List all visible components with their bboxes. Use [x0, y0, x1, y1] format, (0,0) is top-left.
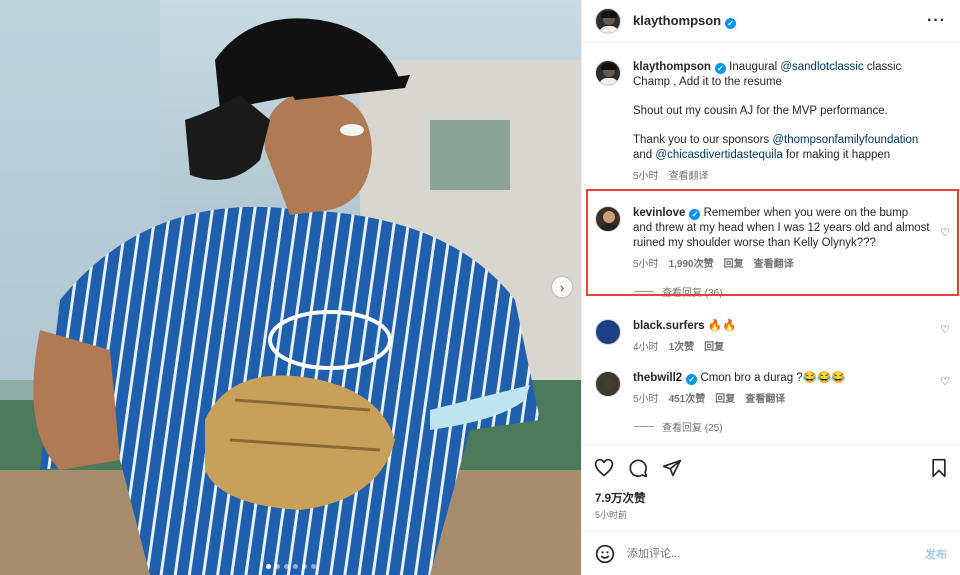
- reply-button[interactable]: 回复: [704, 340, 724, 355]
- caption-text: klaythompson ✓ Inaugural @sandlotclassic …: [633, 60, 940, 90]
- timestamp[interactable]: 5小时: [633, 169, 659, 184]
- view-replies-label: 查看回复 (25): [662, 423, 723, 434]
- post-button[interactable]: 发布: [925, 546, 947, 562]
- comments-scroll[interactable]: klaythompson ✓ Inaugural @sandlotclassic …: [582, 43, 960, 444]
- carousel-dot: [301, 564, 307, 569]
- bookmark-icon[interactable]: [930, 458, 948, 478]
- post-photo: ›: [0, 0, 581, 575]
- comment-body: Cmon bro a durag ?😂😂😂: [700, 372, 846, 384]
- like-count[interactable]: 1次赞: [669, 340, 695, 355]
- carousel-dot: [310, 564, 316, 569]
- share-icon[interactable]: [662, 458, 682, 478]
- comment-meta: 4小时 1次赞 回复: [633, 340, 930, 355]
- heart-icon[interactable]: [594, 458, 614, 478]
- comment-meta: 5小时 451次赞 回复 查看翻译: [633, 392, 930, 407]
- heart-icon[interactable]: ♡: [940, 375, 950, 388]
- comment-body: 🔥🔥: [707, 320, 737, 332]
- comment-icon[interactable]: [628, 458, 648, 478]
- carousel-dot: [274, 564, 280, 569]
- post-header: klaythompson ✓ ···: [582, 0, 960, 43]
- likes-count[interactable]: 7.9万次赞: [582, 490, 960, 506]
- action-bar: [582, 444, 960, 490]
- comment-text: black.surfers 🔥🔥: [633, 319, 930, 334]
- emoji-icon[interactable]: [595, 544, 615, 564]
- comment-text: thebwill2 ✓ Cmon bro a durag ?😂😂😂: [633, 371, 930, 386]
- caption-text-part: and: [633, 149, 656, 161]
- carousel-dot: [283, 564, 289, 569]
- caption-username[interactable]: klaythompson: [633, 61, 711, 73]
- verified-icon: ✓: [686, 374, 698, 385]
- more-icon[interactable]: ···: [927, 12, 946, 30]
- author-avatar[interactable]: [595, 60, 621, 86]
- timestamp[interactable]: 5小时: [633, 392, 659, 407]
- heart-icon[interactable]: ♡: [940, 323, 950, 336]
- comment-item: black.surfers 🔥🔥 4小时 1次赞 回复 ♡: [582, 319, 960, 355]
- author-username[interactable]: klaythompson ✓: [633, 13, 737, 29]
- carousel-dot: [265, 564, 271, 569]
- carousel-dots: [0, 564, 581, 569]
- mention-link[interactable]: @chicasdivertidastequila: [655, 149, 782, 161]
- caption-text-part: for making it happen: [782, 149, 891, 161]
- caption-text-part: Thank you to our sponsors: [633, 134, 773, 146]
- commenter-username[interactable]: thebwill2: [633, 372, 682, 384]
- caption-text-part: Inaugural: [729, 61, 781, 73]
- commenter-username[interactable]: black.surfers: [633, 320, 705, 332]
- mention-link[interactable]: @sandlotclassic: [780, 61, 863, 73]
- caption-line: Thank you to our sponsors @thompsonfamil…: [633, 133, 940, 163]
- translate-link[interactable]: 查看翻译: [669, 169, 709, 184]
- comment-item: thebwill2 ✓ Cmon bro a durag ?😂😂😂 5小时 451…: [582, 371, 960, 407]
- like-count[interactable]: 451次赞: [669, 392, 706, 407]
- next-photo-button[interactable]: ›: [552, 277, 572, 297]
- verified-icon: ✓: [725, 18, 737, 29]
- timestamp[interactable]: 4小时: [633, 340, 659, 355]
- verified-icon: ✓: [714, 63, 726, 74]
- post-timestamp[interactable]: 5小时前: [582, 506, 960, 531]
- comment-composer: 发布: [582, 531, 960, 575]
- view-replies-button[interactable]: 查看回复 (25): [634, 419, 960, 434]
- caption-meta: 5小时 查看翻译: [633, 169, 940, 184]
- highlighted-comment-frame: [586, 189, 959, 296]
- reply-button[interactable]: 回复: [715, 392, 735, 407]
- comment-input[interactable]: [627, 547, 913, 560]
- commenter-avatar[interactable]: [595, 371, 621, 397]
- chevron-right-icon: ›: [559, 279, 565, 295]
- caption-line: Shout out my cousin AJ for the MVP perfo…: [633, 105, 888, 117]
- caption: klaythompson ✓ Inaugural @sandlotclassic …: [582, 43, 960, 184]
- translate-link[interactable]: 查看翻译: [745, 392, 785, 407]
- post-sidebar: klaythompson ✓ ··· klaythompson ✓ Inaugura…: [581, 0, 960, 575]
- commenter-avatar[interactable]: [595, 319, 621, 345]
- carousel-dot: [292, 564, 298, 569]
- mention-link[interactable]: @thompsonfamilyfoundation: [772, 134, 918, 146]
- instagram-post-view: › klaythompson ✓ ··· klaythompson ✓ Inau…: [0, 0, 960, 575]
- photo-illustration: [0, 0, 581, 575]
- author-avatar[interactable]: [595, 8, 621, 34]
